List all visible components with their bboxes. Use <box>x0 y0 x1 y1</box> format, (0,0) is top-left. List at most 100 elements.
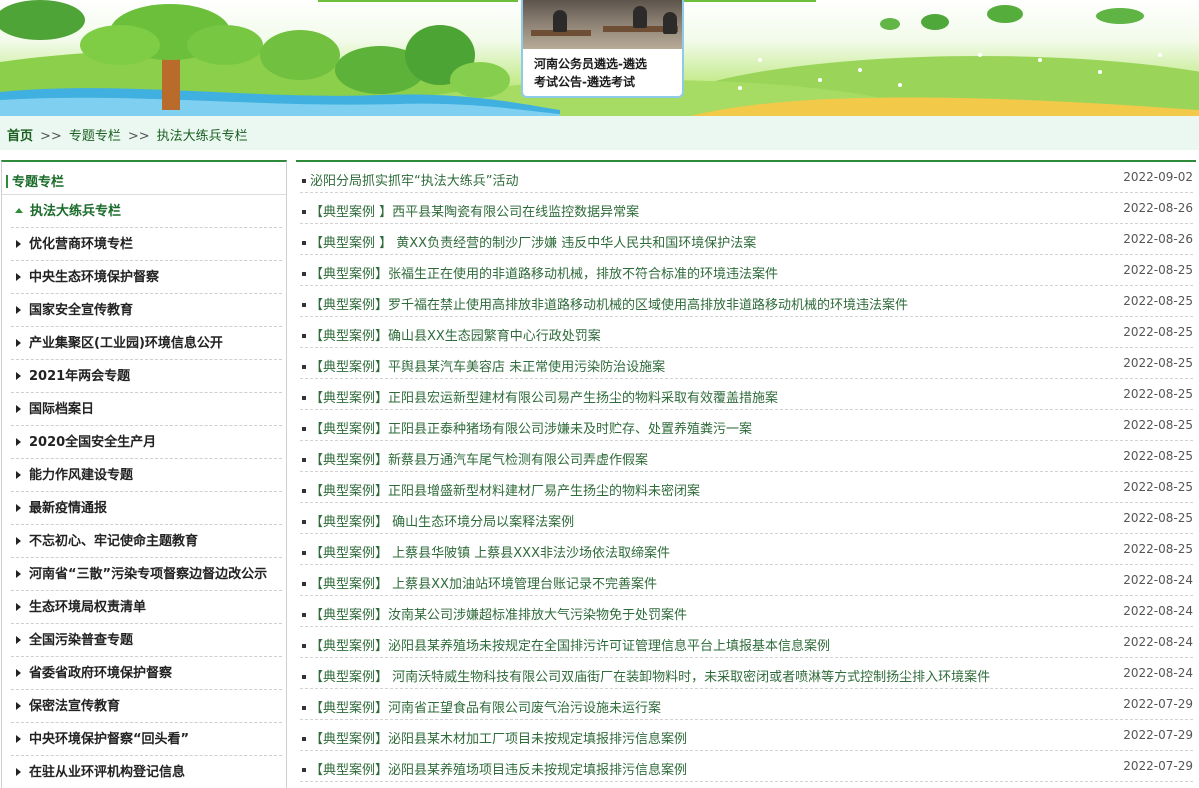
sidebar-item[interactable]: 最新疫情通报 <box>11 492 282 525</box>
sidebar-item[interactable]: 中央生态环境保护督察 <box>11 261 282 294</box>
article-row[interactable]: 【典型案例】正阳县正泰种猪场有限公司涉嫌未及时贮存、处置养殖粪污一案 2022-0… <box>300 410 1193 441</box>
sidebar-item[interactable]: 在驻从业环评机构登记信息 <box>11 756 282 788</box>
article-title-link[interactable]: 【典型案例】河南省正望食品有限公司废气治污设施未运行案 <box>310 697 661 716</box>
article-title-link[interactable]: 【典型案例】正阳县宏运新型建材有限公司易产生扬尘的物料采取有效覆盖措施案 <box>310 387 778 406</box>
sidebar-item[interactable]: 中央环境保护督察“回头看” <box>11 723 282 756</box>
article-date: 2022-08-24 <box>1123 635 1193 649</box>
article-title-link[interactable]: 【典型案例】汝南某公司涉嫌超标准排放大气污染物免于处罚案件 <box>310 604 687 623</box>
article-row[interactable]: 【典型案例】泌阳县某养殖场未按规定在全国排污许可证管理信息平台上填报基本信息案例… <box>300 627 1193 658</box>
article-row[interactable]: 【典型案例】汝南某公司涉嫌超标准排放大气污染物免于处罚案件 2022-08-24 <box>300 596 1193 627</box>
article-title-link[interactable]: 【典型案例】 上蔡县XX加油站环境管理台账记录不完善案件 <box>310 573 657 592</box>
article-row[interactable]: 【典型案例】 上蔡县华陂镇 上蔡县XXX非法沙场依法取缔案件 2022-08-25 <box>300 534 1193 565</box>
triangle-right-icon <box>16 438 21 446</box>
article-row[interactable]: 【典型案例 】西平县某陶瓷有限公司在线监控数据异常案 2022-08-26 <box>300 193 1193 224</box>
article-title-link[interactable]: 【典型案例】平舆县某汽车美容店 未正常使用污染防治设施案 <box>310 356 665 375</box>
article-title-link[interactable]: 【典型案例】新蔡县万通汽车尾气检测有限公司弄虚作假案 <box>310 449 648 468</box>
article-title-link[interactable]: 【典型案例 】 黄XX负责经营的制沙厂涉嫌 违反中华人民共和国环境保护法案 <box>310 232 756 251</box>
triangle-right-icon <box>16 537 21 545</box>
article-row[interactable]: 【典型案例】 河南沃特威生物科技有限公司双庙街厂在装卸物料时，未采取密闭或者喷淋… <box>300 658 1193 689</box>
article-row[interactable]: 【典型案例】泌阳县某养殖场项目违反未按规定填报排污信息案例 2022-07-29 <box>300 751 1193 782</box>
sidebar-item[interactable]: 优化营商环境专栏 <box>11 228 282 261</box>
article-title-link[interactable]: 泌阳分局抓实抓牢“执法大练兵”活动 <box>310 170 518 189</box>
article-date: 2022-08-25 <box>1123 263 1193 277</box>
sidebar-item[interactable]: 产业集聚区(工业园)环境信息公开 <box>11 327 282 360</box>
sidebar-item-label: 最新疫情通报 <box>29 501 108 516</box>
sidebar-item-label: 河南省“三散”污染专项督察边督边改公示 <box>29 567 268 582</box>
article-date: 2022-09-02 <box>1123 170 1193 184</box>
article-row[interactable]: 【典型案例】罗千福在禁止使用高排放非道路移动机械的区域使用高排放非道路移动机械的… <box>300 286 1193 317</box>
sidebar-item-label: 在驻从业环评机构登记信息 <box>29 765 186 780</box>
article-title-link[interactable]: 【典型案例】泌阳县某木材加工厂项目未按规定填报排污信息案例 <box>310 728 687 747</box>
article-title-link[interactable]: 【典型案例】泌阳县某养殖场未按规定在全国排污许可证管理信息平台上填报基本信息案例 <box>310 635 830 654</box>
article-row[interactable]: 【典型案例】河南省正望食品有限公司废气治污设施未运行案 2022-07-29 <box>300 689 1193 720</box>
article-row[interactable]: 【典型案例】 确山生态环境分局以案释法案例 2022-08-25 <box>300 503 1193 534</box>
breadcrumb-bar: 首页 >> 专题专栏 >> 执法大练兵专栏 <box>0 116 1199 150</box>
article-date: 2022-08-25 <box>1123 325 1193 339</box>
bullet-icon <box>302 365 306 369</box>
sidebar: 专题专栏 执法大练兵专栏 优化营商环境专栏 中央生态环境保护督察 国家安全宣传教育 产业… <box>1 160 287 788</box>
article-date: 2022-08-25 <box>1123 480 1193 494</box>
triangle-right-icon <box>16 471 21 479</box>
sidebar-item[interactable]: 全国污染普查专题 <box>11 624 282 657</box>
sidebar-item-label: 全国污染普查专题 <box>29 633 134 648</box>
triangle-right-icon <box>16 669 21 677</box>
promo-card[interactable]: 河南公务员遴选-遴选 考试公告-遴选考试 <box>521 0 684 98</box>
sidebar-item[interactable]: 2020全国安全生产月 <box>11 426 282 459</box>
triangle-right-icon <box>16 339 21 347</box>
sidebar-item-label: 产业集聚区(工业园)环境信息公开 <box>29 336 223 351</box>
article-title-link[interactable]: 【典型案例】正阳县增盛新型材料建材厂易产生扬尘的物料未密闭案 <box>310 480 700 499</box>
bullet-icon <box>302 644 306 648</box>
sidebar-item[interactable]: 国家安全宣传教育 <box>11 294 282 327</box>
article-date: 2022-08-24 <box>1123 573 1193 587</box>
sidebar-menu: 执法大练兵专栏优化营商环境专栏 中央生态环境保护督察 国家安全宣传教育产业集聚区(工… <box>2 195 286 788</box>
article-row[interactable]: 【典型案例】平舆县某汽车美容店 未正常使用污染防治设施案 2022-08-25 <box>300 348 1193 379</box>
triangle-right-icon <box>16 240 21 248</box>
article-date: 2022-08-25 <box>1123 418 1193 432</box>
sidebar-item-label: 省委省政府环境保护督察 <box>29 666 173 681</box>
article-title-link[interactable]: 【典型案例】 河南沃特威生物科技有限公司双庙街厂在装卸物料时，未采取密闭或者喷淋… <box>310 666 990 685</box>
sidebar-item[interactable]: 保密法宣传教育 <box>11 690 282 723</box>
article-title-link[interactable]: 【典型案例】泌阳县某养殖场项目违反未按规定填报排污信息案例 <box>310 759 687 778</box>
breadcrumb-special-topics-link[interactable]: 专题专栏 <box>69 129 121 144</box>
article-title-link[interactable]: 【典型案例】罗千福在禁止使用高排放非道路移动机械的区域使用高排放非道路移动机械的… <box>310 294 908 313</box>
sidebar-item[interactable]: 生态环境局权责清单 <box>11 591 282 624</box>
sidebar-item-label: 2021年两会专题 <box>29 369 131 384</box>
sidebar-item[interactable]: 执法大练兵专栏 <box>11 195 282 228</box>
article-row[interactable]: 泌阳分局抓实抓牢“执法大练兵”活动 2022-09-02 <box>300 162 1193 193</box>
article-date: 2022-08-25 <box>1123 356 1193 370</box>
bullet-icon <box>302 458 306 462</box>
article-row[interactable]: 【典型案例】新蔡县万通汽车尾气检测有限公司弄虚作假案 2022-08-25 <box>300 441 1193 472</box>
article-title-link[interactable]: 【典型案例】正阳县正泰种猪场有限公司涉嫌未及时贮存、处置养殖粪污一案 <box>310 418 752 437</box>
sidebar-item[interactable]: 省委省政府环境保护督察 <box>11 657 282 690</box>
sidebar-item-label: 执法大练兵专栏 <box>30 204 122 219</box>
article-row[interactable]: 【典型案例 】 黄XX负责经营的制沙厂涉嫌 违反中华人民共和国环境保护法案 202… <box>300 224 1193 255</box>
triangle-right-icon <box>16 603 21 611</box>
article-date: 2022-08-24 <box>1123 604 1193 618</box>
article-row[interactable]: 【典型案例】正阳县宏运新型建材有限公司易产生扬尘的物料采取有效覆盖措施案 2022… <box>300 379 1193 410</box>
sidebar-item[interactable]: 河南省“三散”污染专项督察边督边改公示 <box>11 558 282 591</box>
article-title-link[interactable]: 【典型案例】张福生正在使用的非道路移动机械，排放不符合标准的环境违法案件 <box>310 263 778 282</box>
bullet-icon <box>302 396 306 400</box>
sidebar-item[interactable]: 2021年两会专题 <box>11 360 282 393</box>
article-row[interactable]: 【典型案例】 上蔡县XX加油站环境管理台账记录不完善案件 2022-08-24 <box>300 565 1193 596</box>
article-title-link[interactable]: 【典型案例】确山县XX生态园繁育中心行政处罚案 <box>310 325 601 344</box>
article-date: 2022-07-29 <box>1123 759 1193 773</box>
sidebar-item-label: 2020全国安全生产月 <box>29 435 157 450</box>
article-row[interactable]: 【典型案例】正阳县增盛新型材料建材厂易产生扬尘的物料未密闭案 2022-08-25 <box>300 472 1193 503</box>
triangle-right-icon <box>16 306 21 314</box>
sidebar-item-label: 生态环境局权责清单 <box>29 600 147 615</box>
triangle-right-icon <box>16 768 21 776</box>
triangle-right-icon <box>16 636 21 644</box>
article-row[interactable]: 【典型案例】张福生正在使用的非道路移动机械，排放不符合标准的环境违法案件 2022… <box>300 255 1193 286</box>
article-row[interactable]: 【典型案例】泌阳县某木材加工厂项目未按规定填报排污信息案例 2022-07-29 <box>300 720 1193 751</box>
bullet-icon <box>302 303 306 307</box>
article-title-link[interactable]: 【典型案例】 确山生态环境分局以案释法案例 <box>310 511 574 530</box>
article-title-link[interactable]: 【典型案例 】西平县某陶瓷有限公司在线监控数据异常案 <box>310 201 639 220</box>
article-title-link[interactable]: 【典型案例】 上蔡县华陂镇 上蔡县XXX非法沙场依法取缔案件 <box>310 542 670 561</box>
sidebar-item[interactable]: 国际档案日 <box>11 393 282 426</box>
article-row[interactable]: 【典型案例】确山县XX生态园繁育中心行政处罚案 2022-08-25 <box>300 317 1193 348</box>
breadcrumb-home-link[interactable]: 首页 <box>7 129 33 144</box>
sidebar-item[interactable]: 能力作风建设专题 <box>11 459 282 492</box>
breadcrumb-current-page-link[interactable]: 执法大练兵专栏 <box>157 129 248 144</box>
sidebar-item[interactable]: 不忘初心、牢记使命主题教育 <box>11 525 282 558</box>
